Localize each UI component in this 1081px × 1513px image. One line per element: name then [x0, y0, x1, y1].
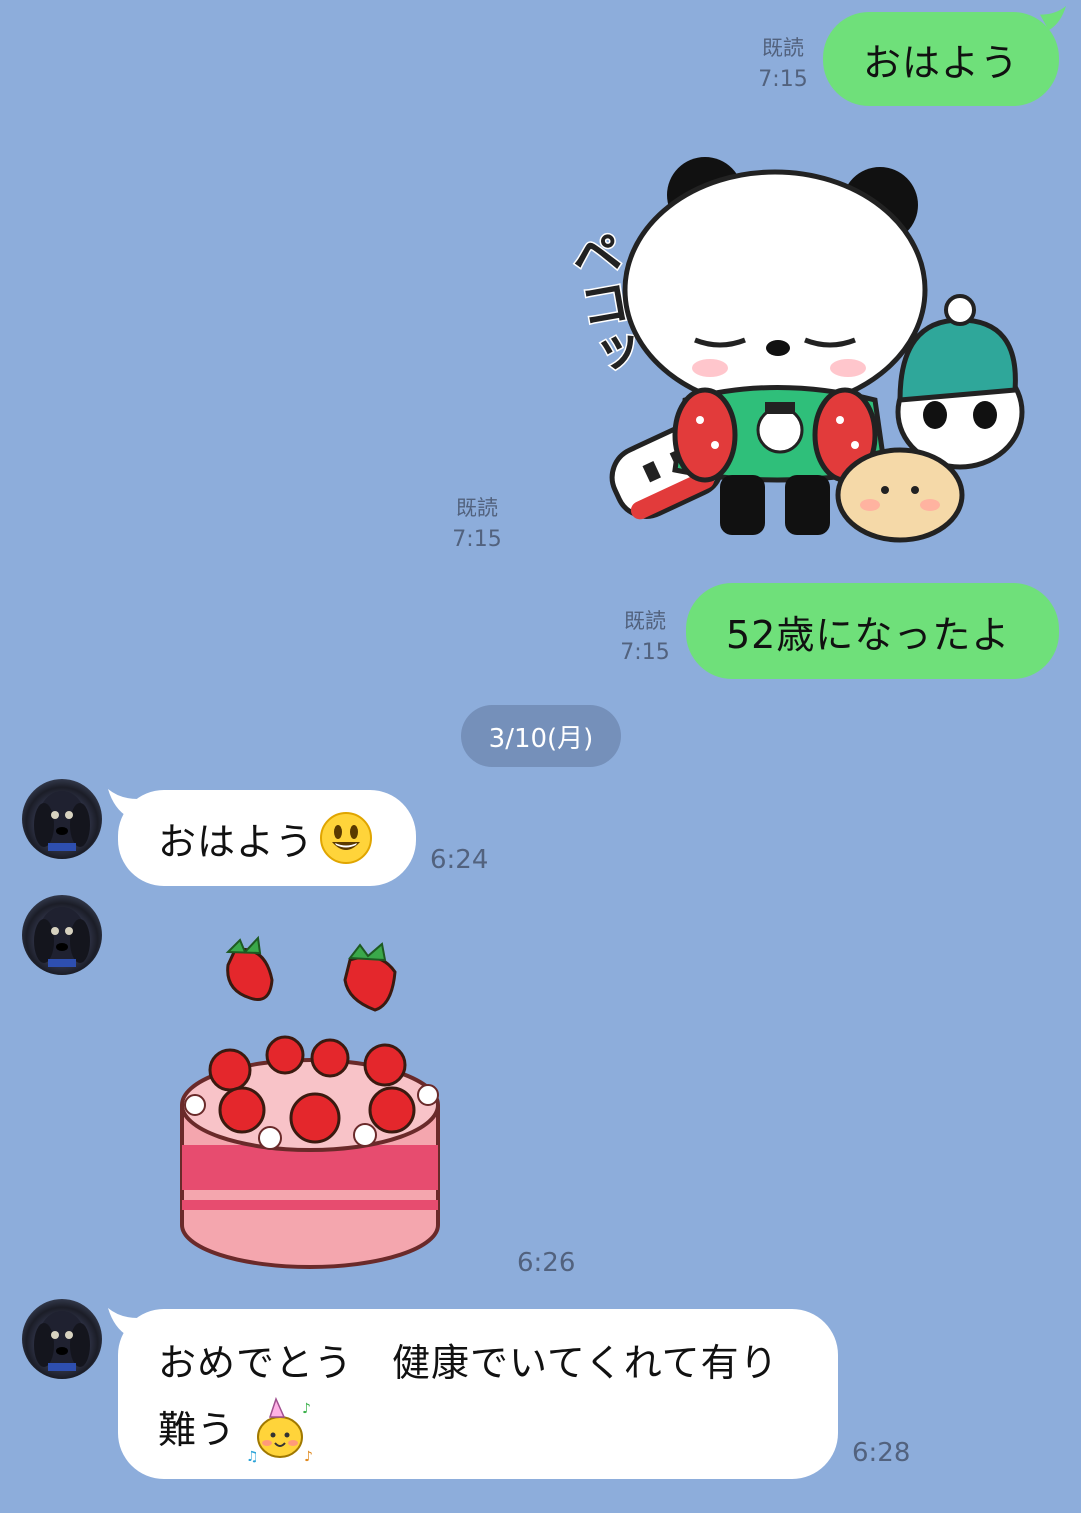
dog-avatar-icon: [34, 791, 90, 851]
strawberry-icon: [225, 935, 274, 1001]
read-receipt: 既読: [456, 496, 498, 520]
message-text: おはよう: [158, 819, 315, 864]
smiley-face-emoji-icon: [320, 812, 373, 864]
bubble-tail: [1040, 6, 1066, 31]
message-time: 7:15: [452, 527, 502, 552]
dog-avatar-icon: [34, 1311, 90, 1371]
message-text-line: 難う: [158, 1408, 237, 1452]
svg-text:♫: ♫: [246, 1449, 260, 1465]
message-meta: 既読 7:15: [610, 605, 680, 669]
sent-message-bubble[interactable]: 52歳になったよ: [686, 583, 1059, 679]
read-receipt: 既読: [624, 609, 666, 633]
avatar[interactable]: [22, 1299, 102, 1379]
message-time: 7:15: [758, 67, 808, 92]
svg-text:♪: ♪: [304, 1449, 314, 1465]
svg-text:♪: ♪: [302, 1401, 312, 1417]
message-meta: 既読 7:15: [442, 492, 512, 556]
message-time: 6:26: [517, 1248, 576, 1278]
message-meta: 既読 7:15: [748, 32, 818, 96]
avatar[interactable]: [22, 779, 102, 859]
message-time: 7:15: [620, 640, 670, 665]
message-text-line: おめでとう 健康でいてくれて有り: [158, 1341, 779, 1385]
chat-view[interactable]: 既読 7:15 おはよう 既読 7:15 ペコッ 既読 7:15 52歳になった…: [0, 0, 1081, 1513]
panda-bow-sticker[interactable]: ペコッ: [540, 150, 1040, 550]
received-message-bubble[interactable]: おめでとう 健康でいてくれて有り 難う ♫ ♪ ♪: [118, 1309, 838, 1479]
read-receipt: 既読: [762, 36, 804, 60]
message-time: 6:28: [852, 1438, 911, 1468]
strawberry-cake-sticker[interactable]: [170, 920, 460, 1280]
message-text: 52歳になったよ: [726, 612, 1011, 657]
avatar[interactable]: [22, 895, 102, 975]
received-message-bubble[interactable]: おはよう: [118, 790, 416, 886]
party-character-emoji-icon: ♫ ♪ ♪: [246, 1396, 314, 1465]
sent-message-bubble[interactable]: おはよう: [823, 12, 1059, 106]
message-time: 6:24: [430, 845, 489, 875]
strawberry-icon: [343, 942, 397, 1012]
date-separator: 3/10(月): [461, 705, 621, 767]
dog-avatar-icon: [34, 907, 90, 967]
message-text: おはよう: [863, 40, 1020, 85]
